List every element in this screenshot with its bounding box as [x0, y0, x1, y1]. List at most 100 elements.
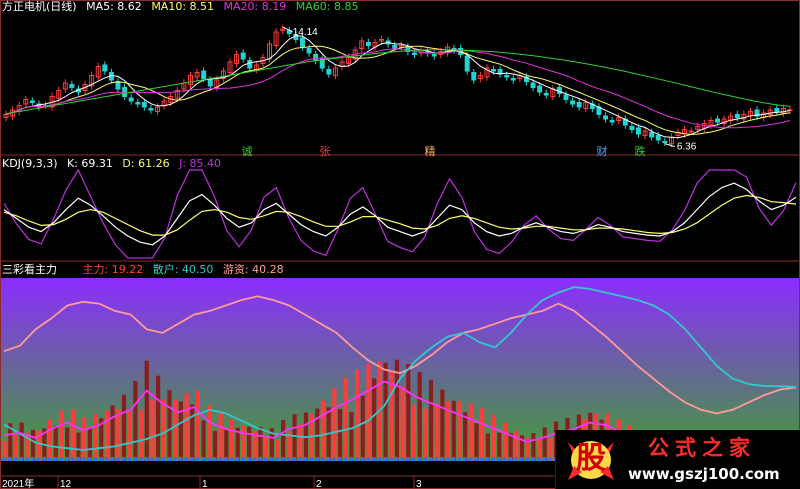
baseline-tick — [497, 457, 501, 461]
baseline-tick — [411, 457, 416, 461]
candle-body — [649, 132, 655, 138]
panel3-header: 三彩看主力 主力: 19.22 散户: 40.50 游资: 40.28 — [2, 263, 290, 277]
zhuli-bar — [434, 403, 439, 461]
zhuli-bar — [474, 423, 479, 461]
baseline-tick — [218, 457, 223, 461]
candle-body — [69, 84, 75, 88]
baseline-tick — [309, 457, 314, 461]
zhuli-bar — [184, 393, 189, 461]
candle-body — [662, 141, 668, 143]
ma60-line — [5, 49, 791, 115]
baseline-tick — [303, 457, 308, 461]
baseline-tick — [47, 457, 52, 461]
candle-body — [306, 48, 312, 54]
baseline-tick — [457, 457, 462, 461]
candle-body — [247, 60, 253, 69]
zhuli-bar — [138, 409, 144, 461]
baseline-tick — [451, 457, 456, 461]
logo-url: www.gszj100.com — [628, 465, 780, 483]
site-logo[interactable]: 股 公式之家 www.gszj100.com — [555, 430, 800, 489]
candle-body — [576, 102, 582, 108]
zhuli-bar — [400, 386, 405, 461]
zhuli-bar — [411, 404, 417, 461]
zhuli-bar — [332, 388, 337, 461]
zhuli-bar — [212, 430, 218, 461]
baseline-tick — [474, 457, 479, 461]
kdj-k-line — [3, 182, 797, 246]
zhuli-bar — [65, 427, 70, 461]
baseline-tick — [258, 457, 263, 461]
baseline-tick — [326, 457, 331, 461]
baseline-tick — [82, 457, 86, 461]
zhuli-bar — [292, 414, 297, 461]
candle-body — [543, 93, 549, 96]
zhuli-bar — [195, 390, 200, 461]
baseline-tick — [400, 457, 405, 461]
baseline-tick — [76, 457, 81, 461]
candle-body — [141, 102, 147, 108]
zhuli-bar — [241, 425, 246, 461]
baseline-tick — [542, 457, 547, 461]
zhuli-bar — [463, 412, 468, 461]
ma5-label: MA5: 8.62 — [86, 0, 142, 13]
zhuli-bar — [355, 369, 360, 461]
baseline-tick — [480, 457, 484, 461]
xaxis-label: 12 — [60, 479, 72, 489]
zhuli-bar — [127, 411, 132, 461]
zhuli-bar — [53, 426, 58, 461]
zhuli-bar — [110, 405, 115, 461]
candle-body — [201, 70, 207, 79]
baseline-tick — [87, 457, 92, 461]
candle-body — [635, 127, 641, 135]
baseline-tick — [144, 457, 149, 461]
kdj-k-label: K: 69.31 — [67, 157, 113, 170]
candle-body — [411, 52, 417, 55]
zhuli-bar — [406, 364, 411, 461]
baseline-tick — [19, 457, 24, 461]
baseline-tick — [292, 457, 297, 461]
candle-body — [313, 54, 319, 61]
zhuli-bar — [156, 375, 161, 461]
baseline-tick — [167, 457, 172, 461]
zhuli-bar — [82, 417, 87, 461]
ma60-label: MA60: 8.85 — [295, 0, 359, 13]
zhuli-bar — [161, 399, 166, 461]
candle-body — [207, 79, 213, 87]
baseline-tick — [360, 457, 365, 461]
zhuli-bar — [542, 427, 547, 461]
candle-body — [774, 108, 780, 112]
candle-body — [148, 108, 154, 111]
baseline-tick — [264, 457, 268, 461]
baseline-tick — [377, 457, 382, 461]
candle-body — [570, 100, 576, 105]
zhuli-bar — [30, 429, 36, 461]
baseline-tick — [514, 457, 518, 461]
zhuli-bar — [246, 426, 252, 461]
zhuli-bar — [366, 363, 371, 461]
baseline-tick — [525, 457, 530, 461]
baseline-tick — [332, 457, 336, 461]
baseline-tick — [434, 457, 439, 461]
baseline-tick — [25, 457, 29, 461]
zhuli-bar — [360, 395, 365, 461]
baseline-tick — [269, 457, 274, 461]
zhuli-bar — [281, 420, 286, 461]
baseline-tick — [241, 457, 245, 461]
zhuli-bar — [87, 427, 92, 461]
baseline-tick — [508, 457, 513, 461]
zhuli-bar — [286, 432, 291, 461]
candle-body — [471, 72, 477, 81]
baseline-tick — [70, 457, 75, 461]
baseline-tick — [468, 457, 473, 461]
high-price-label: 14.14 — [293, 27, 318, 38]
zhuli-bar — [116, 409, 121, 461]
baseline-tick — [138, 457, 143, 461]
baseline-tick — [104, 457, 109, 461]
zhuli-bar — [485, 433, 490, 461]
candle-body — [102, 64, 108, 72]
baseline-tick — [195, 457, 200, 461]
signal-label: 诚 — [242, 145, 253, 158]
kdj-d-line — [3, 194, 797, 236]
zhuli-bar — [531, 433, 536, 461]
baseline-tick — [485, 457, 490, 461]
